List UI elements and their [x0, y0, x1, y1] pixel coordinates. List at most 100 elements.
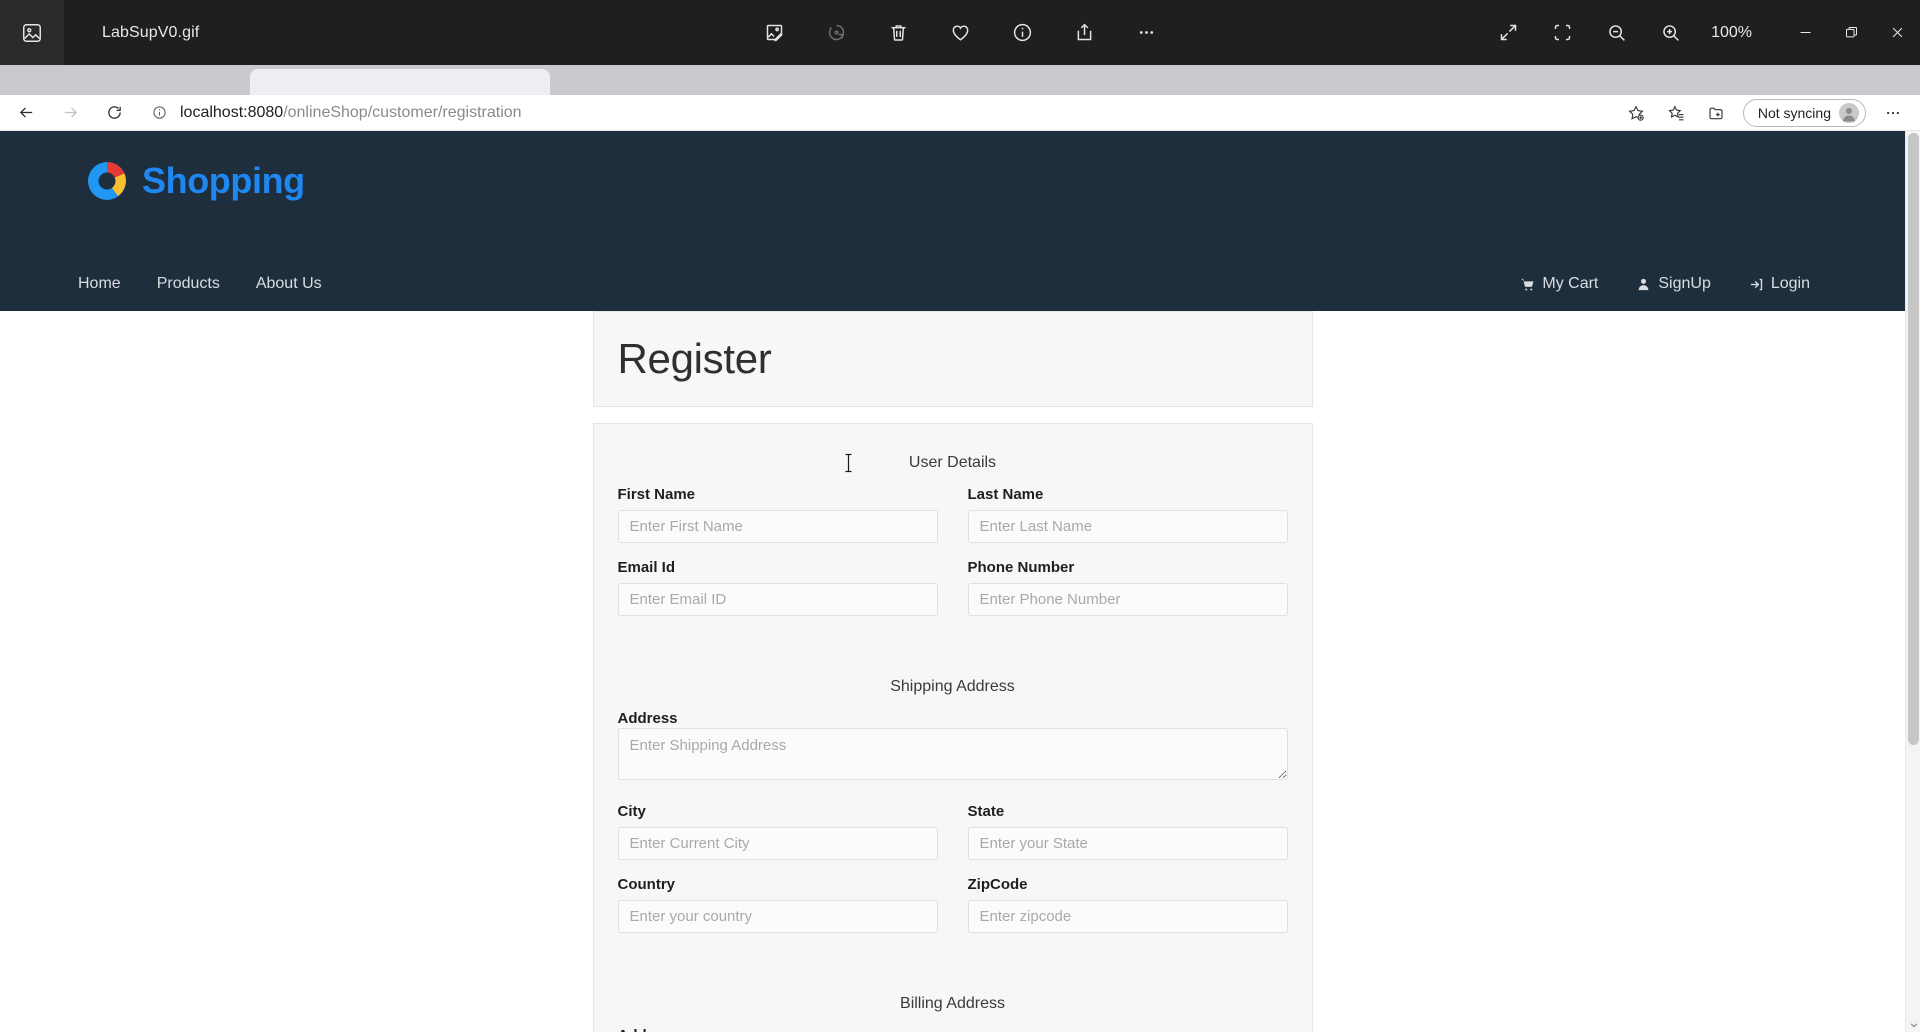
page-viewport: Shopping Home Products About Us My Cart … — [0, 131, 1920, 1032]
more-options-icon[interactable] — [1129, 16, 1163, 50]
shipping-country-label: Country — [617, 876, 676, 893]
nav-item-home[interactable]: Home — [78, 275, 121, 293]
registration-form: User Details First Name Last Name — [592, 423, 1313, 1032]
form-row: Country ZipCode — [617, 876, 1288, 933]
share-icon[interactable] — [1067, 16, 1101, 50]
delete-icon[interactable] — [881, 16, 915, 50]
user-icon — [1636, 277, 1651, 292]
shipping-zipcode-input[interactable] — [967, 900, 1288, 933]
back-button[interactable] — [8, 95, 44, 131]
shipping-state-input[interactable] — [967, 827, 1288, 860]
form-row: First Name Last Name — [617, 486, 1288, 543]
section-heading-user-details: User Details — [908, 454, 997, 471]
settings-and-more-icon[interactable] — [1874, 97, 1912, 129]
url-path: /onlineShop/customer/registration — [283, 103, 522, 121]
scrollbar-thumb[interactable] — [1908, 133, 1919, 745]
add-favorite-icon[interactable] — [1617, 97, 1655, 129]
page-content: Register User Details First Name Last Na… — [0, 311, 1905, 1032]
email-id-input[interactable] — [617, 583, 938, 616]
shopping-logo-icon — [85, 159, 129, 203]
nav-item-login-label: Login — [1770, 275, 1810, 292]
sign-in-icon — [1749, 277, 1764, 292]
site-header: Shopping Home Products About Us My Cart … — [0, 131, 1905, 311]
field-shipping-zipcode: ZipCode — [967, 876, 1288, 933]
zoom-in-icon[interactable] — [1653, 16, 1687, 50]
rotate-icon[interactable] — [819, 16, 853, 50]
site-navbar: Home Products About Us My Cart SignUp Lo… — [0, 257, 1905, 311]
shipping-address-label: Address — [617, 710, 678, 727]
form-row: Email Id Phone Number — [617, 559, 1288, 616]
browser-actions: Not syncing — [1617, 97, 1920, 129]
billing-address-label: Address — [618, 1027, 678, 1032]
field-shipping-address: Address — [617, 710, 1288, 785]
section-heading-billing-address: Billing Address — [900, 995, 1005, 1012]
user-nav: My Cart SignUp Login — [1520, 275, 1810, 293]
reload-button[interactable] — [96, 95, 132, 131]
screen: LabSupV0.gif 100% localhost:8080/onlineS… — [0, 0, 1920, 1032]
form-row: City State — [617, 803, 1288, 860]
photo-viewer-window-controls: 100% — [1491, 0, 1920, 65]
favorites-icon[interactable] — [1657, 97, 1695, 129]
photo-viewer-titlebar: LabSupV0.gif 100% — [0, 0, 1920, 65]
page-scrollbar[interactable] — [1905, 131, 1920, 1032]
web-page: Shopping Home Products About Us My Cart … — [0, 131, 1905, 1032]
field-phone-number: Phone Number — [967, 559, 1288, 616]
shipping-zipcode-label: ZipCode — [967, 876, 1028, 893]
browser-tab[interactable] — [250, 69, 550, 95]
first-name-label: First Name — [617, 486, 696, 503]
brand-logo[interactable]: Shopping — [85, 159, 305, 203]
profile-button[interactable]: Not syncing — [1742, 98, 1866, 127]
field-shipping-state: State — [967, 803, 1288, 860]
profile-label: Not syncing — [1757, 104, 1831, 121]
nav-item-my-cart-label: My Cart — [1542, 275, 1599, 292]
url-host: localhost:8080 — [180, 103, 284, 121]
fit-to-window-icon[interactable] — [1545, 16, 1579, 50]
zoom-level-label: 100% — [1711, 23, 1752, 41]
browser-tab-strip — [0, 65, 1920, 95]
brand-name: Shopping — [142, 160, 305, 201]
nav-item-products[interactable]: Products — [157, 275, 220, 293]
phone-number-label: Phone Number — [967, 559, 1075, 576]
maximize-button[interactable] — [1828, 0, 1874, 65]
edit-image-icon[interactable] — [757, 16, 791, 50]
scroll-down-icon[interactable] — [1906, 1018, 1920, 1032]
email-id-label: Email Id — [617, 559, 676, 576]
info-icon[interactable] — [1005, 16, 1039, 50]
browser-address-bar: localhost:8080/onlineShop/customer/regis… — [0, 95, 1920, 131]
site-info-icon[interactable] — [148, 102, 170, 124]
zoom-out-icon[interactable] — [1599, 16, 1633, 50]
first-name-input[interactable] — [617, 510, 938, 543]
field-shipping-country: Country — [617, 876, 938, 933]
phone-number-input[interactable] — [967, 583, 1288, 616]
nav-item-my-cart[interactable]: My Cart — [1520, 275, 1598, 293]
last-name-input[interactable] — [967, 510, 1288, 543]
shipping-city-input[interactable] — [617, 827, 938, 860]
primary-nav: Home Products About Us — [78, 275, 322, 293]
fullscreen-icon[interactable] — [1491, 16, 1525, 50]
shipping-address-textarea[interactable] — [617, 728, 1288, 780]
section-heading-shipping-address: Shipping Address — [890, 678, 1015, 695]
field-last-name: Last Name — [967, 486, 1288, 543]
nav-item-login[interactable]: Login — [1749, 275, 1810, 293]
page-title-card: Register — [592, 311, 1313, 407]
forward-button[interactable] — [52, 95, 88, 131]
field-shipping-city: City — [617, 803, 938, 860]
field-email-id: Email Id — [617, 559, 938, 616]
last-name-label: Last Name — [967, 486, 1044, 503]
close-button[interactable] — [1874, 0, 1920, 65]
nav-item-about-us[interactable]: About Us — [256, 275, 322, 293]
page-title: Register — [617, 335, 772, 382]
minimize-button[interactable] — [1782, 0, 1828, 65]
collections-icon[interactable] — [1697, 97, 1735, 129]
url-text: localhost:8080/onlineShop/customer/regis… — [180, 104, 522, 122]
shipping-country-input[interactable] — [617, 900, 938, 933]
shipping-state-label: State — [967, 803, 1005, 820]
nav-item-signup[interactable]: SignUp — [1636, 275, 1711, 293]
favorite-heart-icon[interactable] — [943, 16, 977, 50]
field-billing-address: Address — [618, 1027, 1288, 1032]
field-first-name: First Name — [617, 486, 938, 543]
url-bar[interactable]: localhost:8080/onlineShop/customer/regis… — [148, 98, 1617, 128]
shopping-cart-icon — [1520, 277, 1535, 292]
